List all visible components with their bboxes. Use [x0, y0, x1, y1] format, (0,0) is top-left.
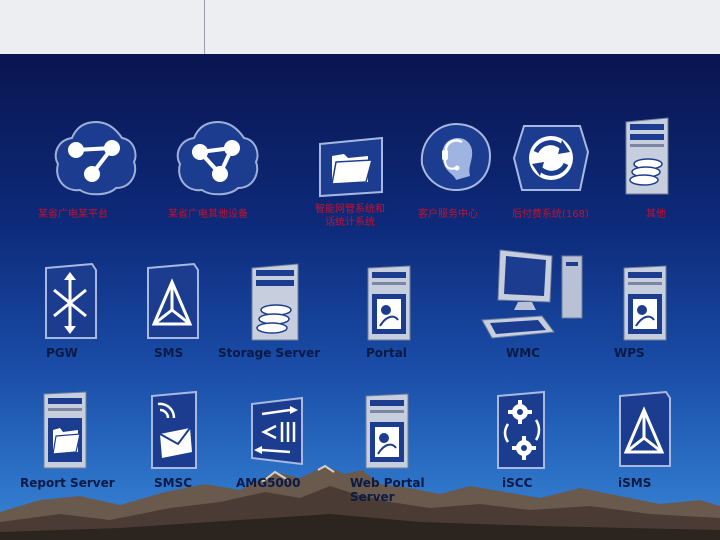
row3-label-4: Web Portal Server — [350, 476, 425, 504]
row1-label-5: 后付费系统(168) — [512, 209, 589, 220]
gear-pair-icon — [497, 390, 545, 469]
mountain-range — [0, 464, 720, 540]
row3-label-4-line2: Server — [350, 490, 395, 504]
storage-server-icon — [251, 263, 299, 341]
row3-label-4-line1: Web Portal — [350, 476, 425, 490]
gateway-icon — [251, 396, 303, 466]
database-icon — [625, 117, 669, 195]
web-portal-server-icon — [365, 393, 409, 469]
triangle-node-icon — [619, 390, 671, 467]
sms-envelope-icon — [151, 390, 197, 469]
network-node-icon — [54, 120, 137, 196]
folder-icon — [319, 136, 383, 198]
row1-label-3-line2: 话统计系统 — [325, 217, 375, 228]
row1-label-2: 某省广电其他设备 — [168, 209, 248, 220]
row2-label-2: SMS — [154, 346, 184, 360]
portal-server-icon — [623, 265, 667, 341]
customer-service-icon — [420, 122, 492, 192]
row3-label-2: SMSC — [154, 476, 193, 490]
row1-label-4: 客户服务中心 — [418, 209, 478, 220]
sync-icon — [512, 125, 590, 191]
network-node-icon — [176, 120, 259, 196]
row1-label-3-line1: 智能网管系统和 — [315, 204, 385, 215]
row2-label-1: PGW — [46, 346, 78, 360]
row2-label-5: WMC — [506, 346, 540, 360]
row2-label-3: Storage Server — [218, 346, 321, 360]
row3-label-5: iSCC — [502, 476, 533, 490]
switch-arrows-icon — [45, 262, 97, 339]
row1-label-6: 其他 — [646, 209, 666, 220]
row2-label-6: WPS — [614, 346, 645, 360]
row1-label-1: 某省广电某平台 — [38, 209, 108, 220]
row3-label-3: AMG5000 — [236, 476, 301, 490]
workstation-icon — [481, 249, 583, 339]
portal-server-icon — [367, 265, 411, 341]
row2-label-4: Portal — [366, 346, 407, 360]
row3-label-6: iSMS — [618, 476, 652, 490]
report-server-icon — [43, 391, 87, 469]
triangle-node-icon — [147, 262, 199, 339]
row3-label-1: Report Server — [20, 476, 115, 490]
row1-label-3: 智能网管系统和 话统计系统 — [298, 203, 402, 229]
